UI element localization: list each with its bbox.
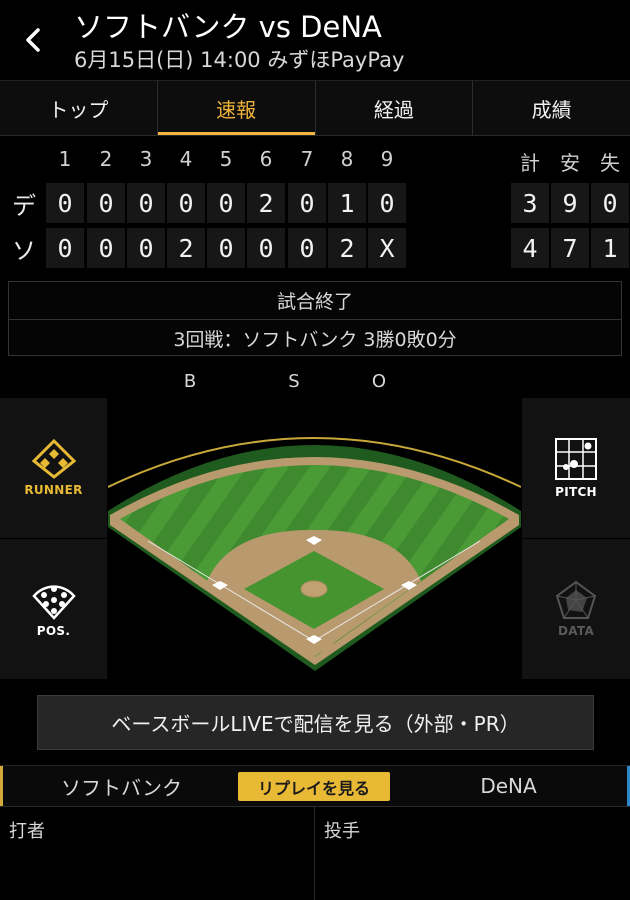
inning-header: 3 (139, 147, 153, 171)
game-state: 試合終了 (9, 282, 621, 320)
inning-header: 8 (340, 147, 354, 171)
errors-total: 1 (591, 228, 629, 268)
radar-chart-icon (555, 580, 597, 619)
score-cell: 2 (247, 183, 285, 223)
score-cell: 0 (87, 183, 125, 223)
score-cell: 0 (368, 183, 406, 223)
score-cell: 0 (207, 183, 245, 223)
team-abbr-away: デ (12, 192, 36, 220)
pitchers-mound (300, 580, 328, 598)
hits-total: 9 (551, 183, 589, 223)
score-cell: 0 (46, 183, 84, 223)
pitch-label: PITCH (555, 485, 597, 499)
score-cell: 0 (288, 228, 326, 268)
ball-count-label: B (183, 371, 197, 392)
replay-button[interactable]: リプレイを見る (238, 772, 390, 801)
score-cell: 0 (87, 228, 125, 268)
score-cell: 0 (167, 183, 205, 223)
tab-top[interactable]: トップ (0, 81, 158, 135)
pitch-grid-icon (555, 438, 597, 480)
away-team-tab[interactable]: DeNA (390, 766, 630, 806)
score-cell: 2 (328, 228, 366, 268)
out-count-label: O (371, 371, 387, 392)
inning-header: 1 (58, 147, 72, 171)
hits-header: 安 (560, 151, 580, 175)
baseball-field (108, 437, 521, 671)
home-team-tab[interactable]: ソフトバンク (0, 766, 240, 806)
score-cell: 0 (288, 183, 326, 223)
position-label: POS. (36, 624, 71, 638)
position-icon (31, 585, 76, 620)
tab-stats[interactable]: 成績 (473, 81, 630, 135)
team-selector-bar: ソフトバンク リプレイを見る DeNA (0, 765, 630, 807)
tab-live[interactable]: 速報 (157, 81, 316, 135)
hits-total: 7 (551, 228, 589, 268)
runs-total: 3 (511, 183, 549, 223)
pitcher-pane: 投手 (315, 807, 630, 900)
batter-pane: 打者 (0, 807, 315, 900)
inning-header: 9 (380, 147, 394, 171)
pitcher-label: 投手 (324, 821, 360, 842)
score-cell: 0 (127, 228, 165, 268)
back-arrow-icon[interactable] (14, 20, 54, 60)
runner-label: RUNNER (24, 483, 83, 497)
score-cell: 0 (247, 228, 285, 268)
tab-bar: トップ 速報 経過 成績 (0, 80, 630, 136)
inning-header: 5 (219, 147, 233, 171)
score-cell: 0 (46, 228, 84, 268)
page-title: ソフトバンク vs DeNA (74, 10, 382, 44)
data-button[interactable]: DATA (522, 539, 630, 679)
inning-header: 2 (99, 147, 113, 171)
inning-header: 7 (300, 147, 314, 171)
team-abbr-home: ソ (12, 237, 36, 265)
errors-total: 0 (591, 183, 629, 223)
errors-header: 失 (600, 151, 620, 175)
tab-progress[interactable]: 経過 (316, 81, 474, 135)
runner-icon (31, 439, 76, 479)
score-cell: 1 (328, 183, 366, 223)
runs-header: 計 (520, 151, 540, 175)
series-record: 3回戦：ソフトバンク 3勝0敗0分 (173, 329, 457, 351)
score-cell: X (368, 228, 406, 268)
pitch-button[interactable]: PITCH (522, 398, 630, 538)
game-status-box: 試合終了 3回戦：ソフトバンク 3勝0敗0分 (8, 281, 622, 356)
runs-total: 4 (511, 228, 549, 268)
score-cell: 2 (167, 228, 205, 268)
score-cell: 0 (127, 183, 165, 223)
data-label: DATA (557, 624, 595, 638)
position-button[interactable]: POS. (0, 539, 107, 679)
runner-button[interactable]: RUNNER (0, 398, 107, 538)
inning-header: 4 (179, 147, 193, 171)
watch-live-button[interactable]: ベースボールLIVEで配信を見る（外部・PR） (37, 695, 594, 750)
inning-header: 6 (259, 147, 273, 171)
score-cell: 0 (207, 228, 245, 268)
batter-label: 打者 (9, 821, 45, 842)
game-info: 6月15日(日) 14:00 みずほPayPay (74, 48, 405, 72)
strike-count-label: S (288, 371, 300, 392)
app-header: ソフトバンク vs DeNA 6月15日(日) 14:00 みずほPayPay (0, 0, 630, 80)
